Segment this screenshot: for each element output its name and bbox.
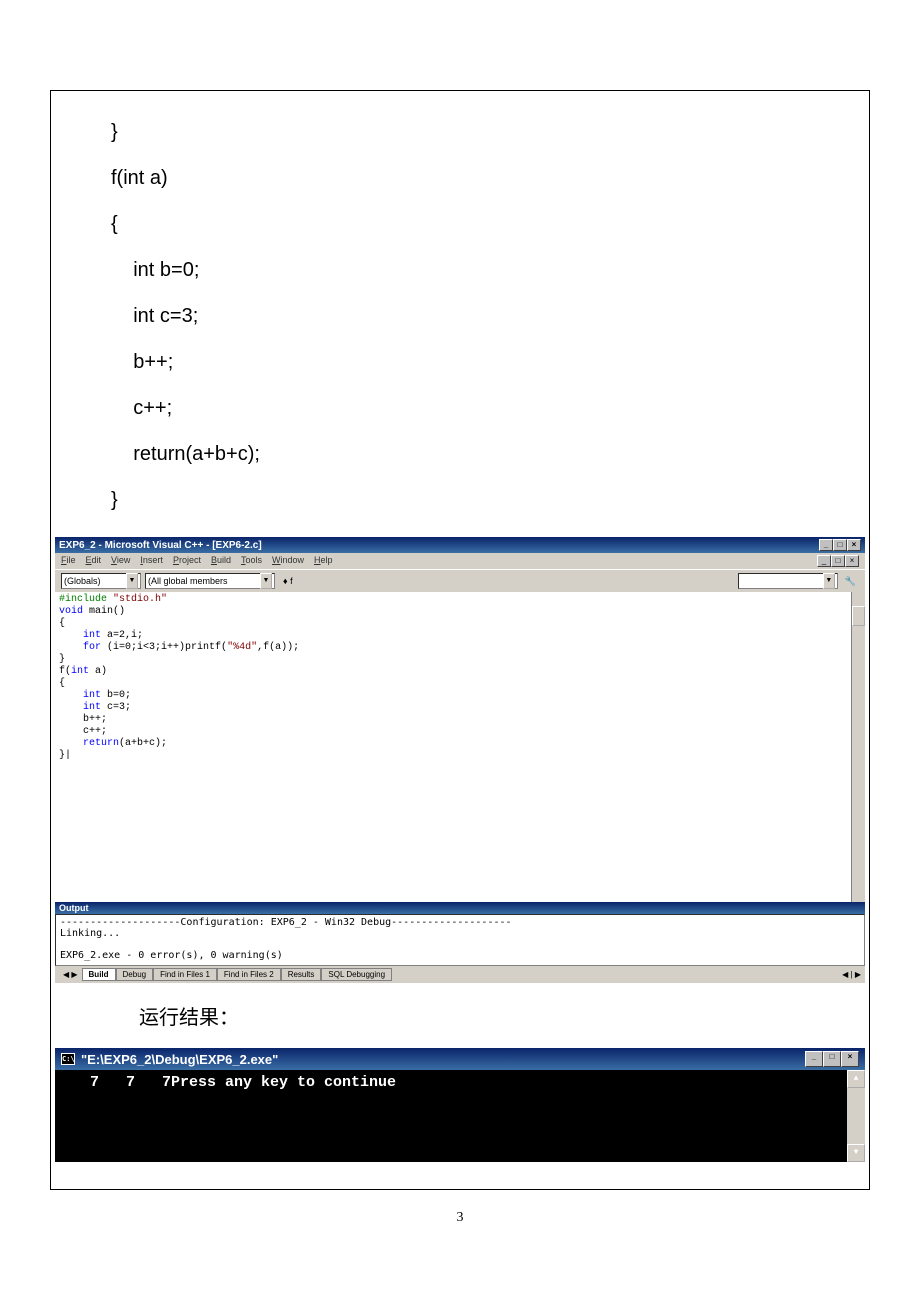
console-title: "E:\EXP6_2\Debug\EXP6_2.exe" bbox=[81, 1052, 278, 1067]
doc-close-icon[interactable]: × bbox=[845, 555, 859, 567]
menu-window[interactable]: Window bbox=[272, 555, 304, 567]
menu-project[interactable]: Project bbox=[173, 555, 201, 567]
console-titlebar[interactable]: C:\ "E:\EXP6_2\Debug\EXP6_2.exe" _ □ × bbox=[55, 1048, 865, 1070]
menu-build[interactable]: Build bbox=[211, 555, 231, 567]
code-line: return(a+b+c); bbox=[111, 431, 869, 477]
source-code-block: } f(int a) { int b=0; int c=3; b++; c++;… bbox=[51, 91, 869, 533]
menu-file[interactable]: File bbox=[61, 555, 76, 567]
tab-sql[interactable]: SQL Debugging bbox=[321, 968, 392, 981]
minimize-icon[interactable]: _ bbox=[805, 1051, 823, 1067]
code-line: int c=3; bbox=[111, 293, 869, 339]
code-line: } bbox=[111, 477, 869, 523]
close-icon[interactable]: × bbox=[841, 1051, 859, 1067]
ide-menubar: File Edit View Insert Project Build Tool… bbox=[55, 553, 865, 569]
page-number: 3 bbox=[0, 1210, 920, 1226]
tab-find2[interactable]: Find in Files 2 bbox=[217, 968, 281, 981]
menu-insert[interactable]: Insert bbox=[140, 555, 163, 567]
output-pane-title: Output bbox=[55, 902, 865, 914]
scope-dropdown[interactable]: (Globals) ▼ bbox=[61, 573, 141, 589]
chevron-down-icon: ▼ bbox=[260, 573, 272, 589]
code-line: { bbox=[111, 201, 869, 247]
menu-tools[interactable]: Tools bbox=[241, 555, 262, 567]
code-line: } bbox=[111, 109, 869, 155]
tab-find1[interactable]: Find in Files 1 bbox=[153, 968, 217, 981]
wizard-icon[interactable]: 🔧 bbox=[842, 576, 859, 587]
cmd-icon: C:\ bbox=[61, 1053, 75, 1065]
console-window-controls: _ □ × bbox=[805, 1051, 859, 1067]
scroll-down-icon[interactable]: ▼ bbox=[847, 1144, 865, 1162]
maximize-icon[interactable]: □ bbox=[823, 1051, 841, 1067]
console-output[interactable]: 7 7 7Press any key to continue▲▼ bbox=[55, 1070, 865, 1162]
scroll-up-icon[interactable]: ▲ bbox=[847, 1070, 865, 1088]
console-window: C:\ "E:\EXP6_2\Debug\EXP6_2.exe" _ □ × 7… bbox=[55, 1048, 865, 1162]
tab-results[interactable]: Results bbox=[281, 968, 322, 981]
chevron-down-icon: ▼ bbox=[126, 573, 138, 589]
chevron-down-icon: ▼ bbox=[823, 573, 835, 589]
close-icon[interactable]: × bbox=[847, 539, 861, 551]
doc-restore-icon[interactable]: □ bbox=[831, 555, 845, 567]
result-label: 运行结果： bbox=[51, 987, 869, 1044]
window-controls: _ □ × bbox=[819, 539, 861, 551]
tab-debug[interactable]: Debug bbox=[116, 968, 154, 981]
tab-build[interactable]: Build bbox=[82, 968, 116, 981]
ide-toolbar: (Globals) ▼ (All global members ▼ ♦ f ▼ … bbox=[55, 569, 865, 592]
members-value: (All global members bbox=[148, 574, 228, 588]
ide-window: EXP6_2 - Microsoft Visual C++ - [EXP6-2.… bbox=[55, 537, 865, 983]
ide-code-editor[interactable]: #include "stdio.h" void main() { int a=2… bbox=[55, 592, 865, 902]
doc-minimize-icon[interactable]: _ bbox=[817, 555, 831, 567]
code-line: b++; bbox=[111, 339, 869, 385]
maximize-icon[interactable]: □ bbox=[833, 539, 847, 551]
code-line: int b=0; bbox=[111, 247, 869, 293]
ide-titlebar[interactable]: EXP6_2 - Microsoft Visual C++ - [EXP6-2.… bbox=[55, 537, 865, 553]
page-border: } f(int a) { int b=0; int c=3; b++; c++;… bbox=[50, 90, 870, 1190]
scope-value: (Globals) bbox=[64, 574, 101, 588]
editor-scrollbar[interactable] bbox=[851, 592, 865, 902]
scrollbar-thumb[interactable] bbox=[852, 606, 865, 626]
menu-help[interactable]: Help bbox=[314, 555, 333, 567]
output-pane[interactable]: --------------------Configuration: EXP6_… bbox=[55, 914, 865, 966]
output-tabs: ◀ ▶ Build Debug Find in Files 1 Find in … bbox=[55, 966, 865, 983]
code-line: c++; bbox=[111, 385, 869, 431]
menu-view[interactable]: View bbox=[111, 555, 130, 567]
minimize-icon[interactable]: _ bbox=[819, 539, 833, 551]
console-scrollbar[interactable]: ▲▼ bbox=[847, 1070, 865, 1162]
ide-title: EXP6_2 - Microsoft Visual C++ - [EXP6-2.… bbox=[59, 540, 262, 551]
code-line: f(int a) bbox=[111, 155, 869, 201]
console-text: 7 7 7Press any key to continue bbox=[63, 1074, 396, 1091]
output-text: --------------------Configuration: EXP6_… bbox=[60, 917, 860, 961]
function-label: ♦ f bbox=[279, 576, 297, 586]
members-dropdown[interactable]: (All global members ▼ bbox=[145, 573, 275, 589]
menu-edit[interactable]: Edit bbox=[86, 555, 102, 567]
config-dropdown[interactable]: ▼ bbox=[738, 573, 838, 589]
